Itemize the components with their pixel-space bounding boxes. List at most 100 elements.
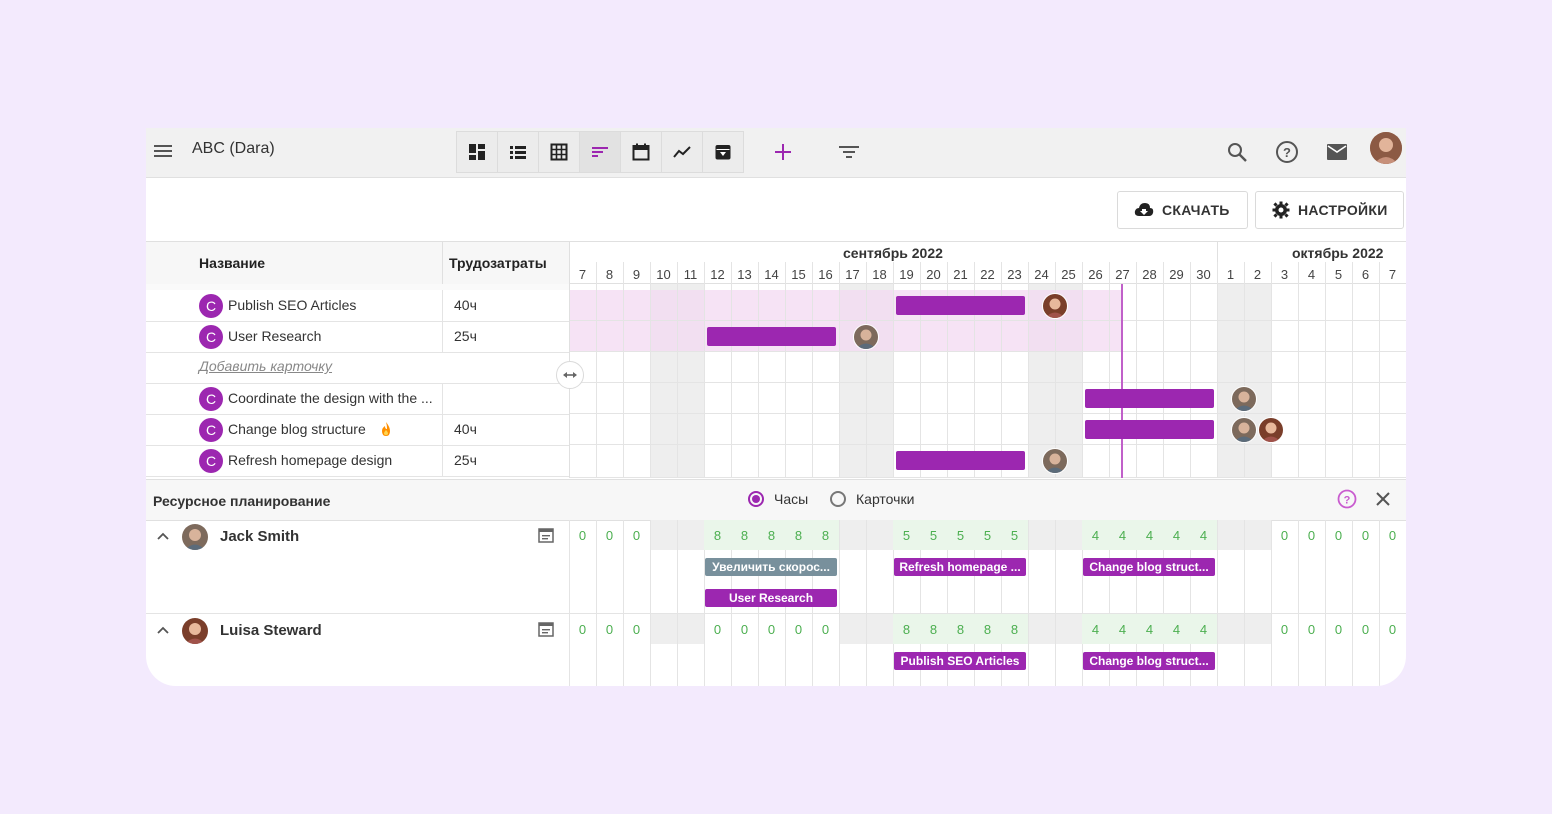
menu-icon[interactable] [152, 140, 174, 162]
dashboard-view-button[interactable] [457, 132, 498, 172]
grid-line [1325, 520, 1326, 686]
user-avatar[interactable] [1370, 132, 1402, 164]
day-label: 23 [1007, 267, 1022, 282]
grid-line [920, 262, 921, 478]
grid-line [731, 262, 732, 478]
hours-value: 8 [740, 528, 749, 543]
task-row[interactable]: C Change blog structure 40ч [146, 414, 569, 446]
card-chip[interactable]: Refresh homepage ... [894, 558, 1026, 576]
hours-value: 8 [713, 528, 722, 543]
task-row[interactable]: C Coordinate the design with the ... [146, 383, 569, 415]
calendar-view-button[interactable] [621, 132, 662, 172]
hours-value: 0 [1280, 528, 1289, 543]
task-name[interactable]: Coordinate the design with the ... [228, 390, 446, 406]
grid-line [1244, 520, 1245, 686]
person-name: Luisa Steward [220, 622, 322, 639]
day-label: 25 [1061, 267, 1076, 282]
task-effort: 40ч [454, 421, 477, 437]
person-calendar-button[interactable] [537, 526, 555, 549]
grid-line [650, 262, 651, 478]
download-button[interactable]: СКАЧАТЬ [1117, 191, 1248, 229]
add-button[interactable] [767, 136, 799, 168]
task-bar[interactable] [1085, 389, 1214, 408]
archive-view-button[interactable] [703, 132, 743, 172]
resource-planning-title: Ресурсное планирование [153, 493, 331, 509]
cloud-download-icon [1134, 203, 1154, 216]
radio-checked-icon [748, 491, 764, 507]
weekend-column [866, 520, 893, 550]
grid-line [1352, 520, 1353, 686]
grid-line [677, 520, 678, 686]
calendar-icon [538, 622, 554, 637]
add-card-link[interactable]: Добавить карточку [199, 358, 332, 374]
day-label: 6 [1361, 267, 1370, 282]
hours-value: 0 [821, 622, 830, 637]
help-icon: ? [1337, 489, 1357, 509]
radio-hours-label: Часы [774, 491, 809, 507]
weekend-column [1244, 520, 1271, 550]
hours-value: 5 [983, 528, 992, 543]
resize-handle[interactable] [556, 361, 584, 389]
hours-value: 4 [1118, 622, 1127, 637]
table-view-button[interactable] [539, 132, 580, 172]
task-bar[interactable] [896, 296, 1025, 315]
weekend-column [650, 520, 677, 550]
card-chip[interactable]: User Research [705, 589, 837, 607]
grid-line [947, 262, 948, 478]
task-name[interactable]: Change blog structure [228, 421, 366, 437]
card-chip[interactable]: Change blog struct... [1083, 652, 1215, 670]
day-label: 18 [872, 267, 887, 282]
gantt-view-button[interactable] [580, 132, 621, 172]
search-button[interactable] [1221, 136, 1253, 168]
weekend-column [677, 614, 704, 644]
mail-button[interactable] [1321, 136, 1353, 168]
weekend-column [1028, 520, 1055, 550]
hours-value: 8 [983, 622, 992, 637]
chart-view-button[interactable] [662, 132, 703, 172]
assignee-avatar [1258, 417, 1284, 443]
hours-value: 0 [632, 622, 641, 637]
task-name[interactable]: User Research [228, 328, 446, 344]
person-calendar-button[interactable] [537, 620, 555, 643]
task-bar[interactable] [707, 327, 836, 346]
card-chip[interactable]: Publish SEO Articles [894, 652, 1026, 670]
day-label: 26 [1088, 267, 1103, 282]
task-row[interactable]: C Publish SEO Articles 40ч [146, 290, 569, 322]
hours-value: 8 [929, 622, 938, 637]
grid-line [1028, 262, 1029, 478]
help-button[interactable]: ? [1271, 136, 1303, 168]
grid-line [704, 262, 705, 478]
task-bar[interactable] [1085, 420, 1214, 439]
radio-hours[interactable]: Часы [748, 491, 808, 507]
collapse-button[interactable] [156, 528, 170, 546]
task-row[interactable]: C Refresh homepage design 25ч [146, 445, 569, 477]
list-view-button[interactable] [498, 132, 539, 172]
task-name[interactable]: Publish SEO Articles [228, 297, 446, 313]
add-card-row: Добавить карточку [146, 352, 569, 384]
resource-grid: 0 0 0 8 8 8 8 8 5 5 5 5 5 4 4 4 4 4 0 0 0 0 0 0 0 0 0 0 0 0 0 8 8 8 8 8 4 4 4 4… [569, 520, 1406, 686]
calendar-icon [538, 528, 554, 543]
card-chip[interactable]: Увеличить скорос... [705, 558, 837, 576]
close-button[interactable] [1374, 490, 1392, 513]
task-row[interactable]: C User Research 25ч [146, 321, 569, 353]
day-label: 19 [899, 267, 914, 282]
day-label: 27 [1115, 267, 1130, 282]
day-label: 22 [980, 267, 995, 282]
grid-line [866, 262, 867, 478]
filter-button[interactable] [833, 136, 865, 168]
grid-line [677, 262, 678, 478]
grid-line [974, 262, 975, 478]
task-name[interactable]: Refresh homepage design [228, 452, 446, 468]
weekend-column [1028, 614, 1055, 644]
grid-line [1028, 520, 1029, 686]
gear-icon [1272, 201, 1290, 219]
day-label: 20 [926, 267, 941, 282]
day-label: 4 [1307, 267, 1316, 282]
resource-help-button[interactable]: ? [1337, 489, 1357, 514]
radio-cards[interactable]: Карточки [830, 491, 914, 507]
settings-button[interactable]: НАСТРОЙКИ [1255, 191, 1404, 229]
collapse-button[interactable] [156, 622, 170, 640]
day-label: 3 [1280, 267, 1289, 282]
task-bar[interactable] [896, 451, 1025, 470]
card-chip[interactable]: Change blog struct... [1083, 558, 1215, 576]
